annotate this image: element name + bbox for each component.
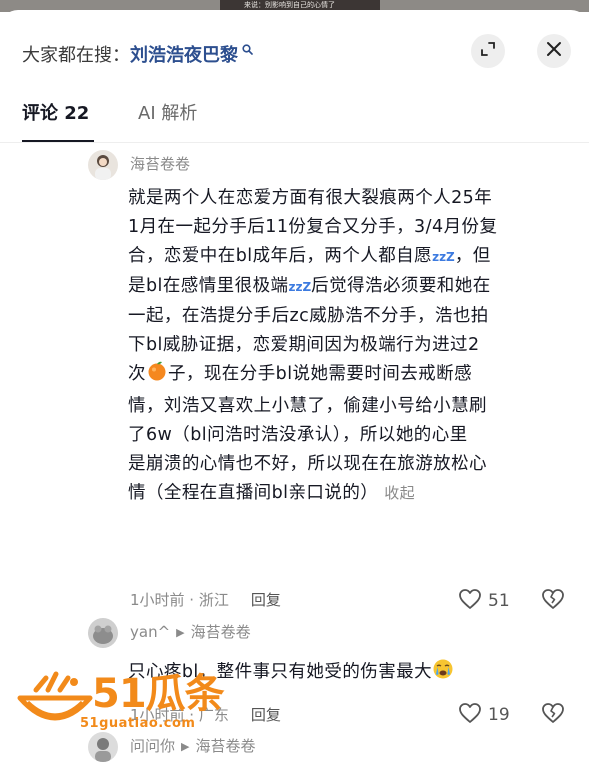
comment-line-part: 次 <box>128 364 146 384</box>
close-icon <box>546 41 562 61</box>
reply-arrow-icon: ▶ <box>176 626 185 639</box>
search-icon <box>238 44 253 58</box>
comment-line: 是崩溃的心情也不好，所以现在在旅游放松心 <box>128 454 487 474</box>
comment-line-part: 合，恋爱中在bl成年后，两个人都自愿 <box>128 246 433 266</box>
tab-ai-analysis[interactable]: AI 解析 <box>138 100 197 128</box>
comment-line: 是bl在感情里很极端zzZ后觉得浩必须要和她在 <box>128 272 570 302</box>
comment-author[interactable]: yan^ <box>130 623 170 641</box>
screen: { "status_strip": { "caption": "来说：别影响到自… <box>0 0 589 762</box>
comment-line: 就是两个人在恋爱方面有很大裂痕两个人25年 <box>128 188 493 208</box>
comment-text: 就是两个人在恋爱方面有很大裂痕两个人25年 1月在一起分手后11份复合又分手，3… <box>128 184 570 508</box>
close-button[interactable] <box>537 34 571 68</box>
comment-line-part: 子，现在分手bl说她需要时间去戒断感 <box>167 364 473 384</box>
crying-emoji-icon <box>432 658 454 690</box>
comment-author[interactable]: 海苔卷卷 <box>130 154 190 174</box>
avatar[interactable] <box>88 618 118 648</box>
comment-line: 下bl威胁证据，恋爱期间因为极端行为进过2 <box>128 335 480 355</box>
comment-line-part: 后觉得浩必须要和她在 <box>311 276 491 296</box>
heart-icon <box>458 702 482 728</box>
comment-author[interactable]: 问问你 <box>130 737 175 755</box>
watermark-brand: 51瓜条 <box>92 671 225 717</box>
expand-icon <box>480 41 496 61</box>
reply-author-row: yan^ ▶ 海苔卷卷 <box>130 622 251 643</box>
comment-time-location: 1小时前 · 浙江 <box>130 591 229 609</box>
search-prefix: 大家都在搜： <box>22 45 130 66</box>
dislike-button[interactable] <box>541 588 565 614</box>
comment-line: 一起，在浩提分手后zc威胁浩不分手，浩也拍 <box>128 306 489 326</box>
like-button[interactable]: 51 <box>458 588 510 614</box>
comment-line: 次 子，现在分手bl说她需要时间去戒断感 <box>128 360 570 392</box>
heart-icon <box>458 588 482 614</box>
expand-button[interactable] <box>471 34 505 68</box>
tab-comments[interactable]: 评论 22 <box>22 100 89 128</box>
reply-button[interactable]: 回复 <box>251 706 281 724</box>
comment-meta: 1小时前 · 浙江 回复 <box>130 589 281 611</box>
video-caption: 来说：别影响到自己的心情了 <box>244 1 335 9</box>
search-suggestion[interactable]: 大家都在搜：刘浩浩夜巴黎 <box>22 36 253 68</box>
comment-sheet: 大家都在搜：刘浩浩夜巴黎 评论 22 AI 解析 海苔卷卷 就是两个人在恋爱方面… <box>0 10 589 762</box>
site-watermark: 51瓜条 51guatiao.com <box>16 668 236 738</box>
search-term-link[interactable]: 刘浩浩夜巴黎 <box>130 45 238 66</box>
collapse-link[interactable]: 收起 <box>384 484 415 502</box>
comment-line-part: ，但 <box>454 246 491 266</box>
comment-line: 合，恋爱中在bl成年后，两个人都自愿zzZ，但 <box>128 242 570 272</box>
comment-line: 情（全程在直播间bl亲口说的） 收起 <box>128 479 570 508</box>
like-count: 19 <box>488 705 510 725</box>
reply-to-author[interactable]: 海苔卷卷 <box>195 737 255 755</box>
sleep-emoji: zzZ <box>288 280 312 294</box>
orange-emoji-icon <box>146 360 168 392</box>
broken-heart-icon <box>541 589 565 614</box>
avatar[interactable] <box>88 150 118 180</box>
like-count: 51 <box>488 591 510 611</box>
reply-author-row: 问问你 ▶ 海苔卷卷 <box>130 736 256 757</box>
comment-line-part: 情（全程在直播间bl亲口说的） <box>128 483 379 503</box>
header-divider <box>0 142 589 143</box>
dislike-button[interactable] <box>541 702 565 728</box>
comment-line: 1月在一起分手后11份复合又分手，3/4月份复 <box>128 217 498 237</box>
comment-line: 情，刘浩又喜欢上小慧了，偷建小号给小慧刷 <box>128 396 487 416</box>
comment-line: 了6w（bl问浩时浩没承认），所以她的心里 <box>128 425 468 445</box>
comment-line-part: 是bl在感情里很极端 <box>128 276 289 296</box>
reply-button[interactable]: 回复 <box>251 591 281 609</box>
sleep-emoji: zzZ <box>432 250 455 264</box>
broken-heart-icon <box>541 703 565 728</box>
reply-to-author[interactable]: 海苔卷卷 <box>191 623 251 641</box>
like-button[interactable]: 19 <box>458 702 510 728</box>
watermark-url: 51guatiao.com <box>80 716 196 731</box>
reply-arrow-icon: ▶ <box>181 740 190 753</box>
